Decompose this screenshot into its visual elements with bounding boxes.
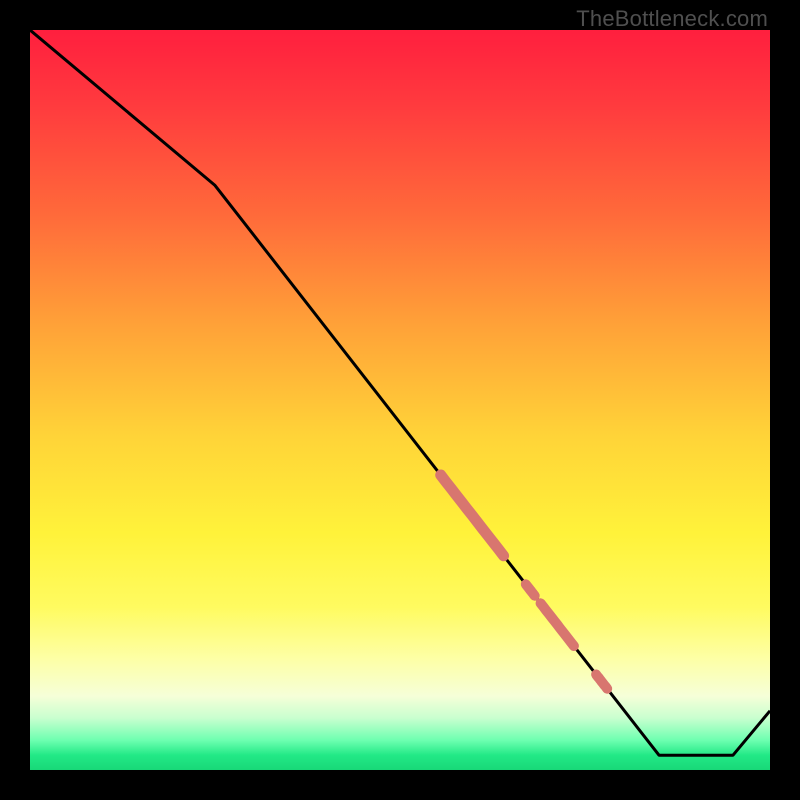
curve-line: [30, 30, 770, 755]
watermark-text: TheBottleneck.com: [576, 6, 768, 32]
marker-dot-lower: [596, 675, 607, 689]
marker-dot-mid: [526, 584, 535, 595]
chart-frame: TheBottleneck.com: [0, 0, 800, 800]
marker-band-lower: [541, 603, 574, 646]
chart-overlay: [30, 30, 770, 770]
marker-band-upper: [441, 475, 504, 556]
plot-area: [30, 30, 770, 770]
